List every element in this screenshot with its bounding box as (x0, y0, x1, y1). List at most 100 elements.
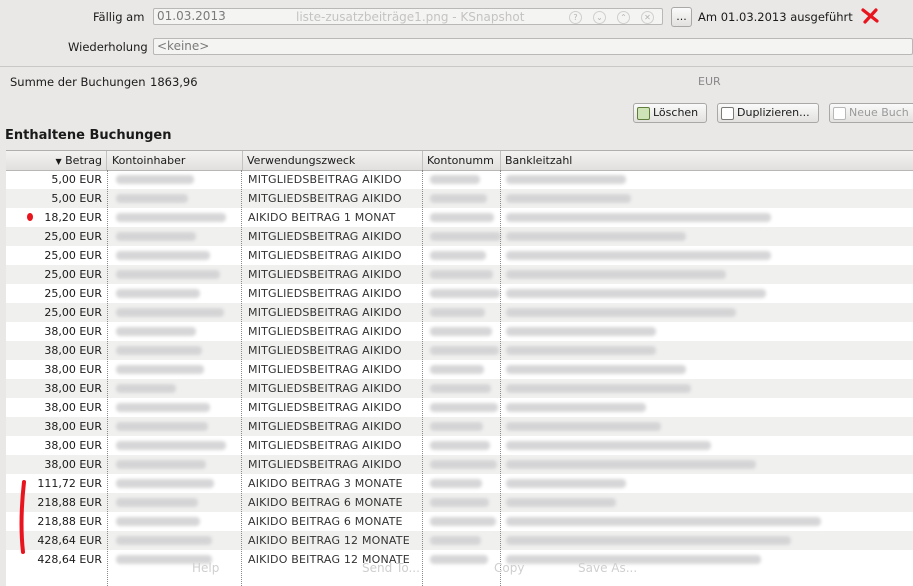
redacted-bankleitzahl (506, 479, 626, 488)
betrag-cell: 38,00 EUR (44, 420, 102, 433)
table-row[interactable]: 5,00 EUR MITGLIEDSBEITRAG AIKIDO (6, 189, 913, 208)
verwendungszweck-cell: MITGLIEDSBEITRAG AIKIDO (248, 401, 402, 414)
redacted-bankleitzahl (506, 460, 756, 469)
redacted-kontoinhaber (116, 517, 200, 526)
column-header-kontonummer[interactable]: Kontonumm (423, 151, 501, 170)
redacted-kontoinhaber (116, 213, 226, 222)
redacted-kontoinhaber (116, 365, 204, 374)
duplicate-button[interactable]: Duplizieren... (717, 103, 819, 123)
table-row[interactable]: 5,00 EUR MITGLIEDSBEITRAG AIKIDO (6, 170, 913, 189)
column-divider (241, 170, 242, 586)
betrag-cell: 111,72 EUR (37, 477, 102, 490)
summe-currency: EUR (698, 75, 721, 88)
new-booking-button[interactable]: Neue Buch (829, 103, 913, 123)
ghost-copy-label: Copy (494, 561, 525, 575)
table-row[interactable]: 218,88 EUR AIKIDO BEITRAG 6 MONATE (6, 512, 913, 531)
redacted-kontoinhaber (116, 403, 210, 412)
table-row[interactable]: 25,00 EUR MITGLIEDSBEITRAG AIKIDO (6, 303, 913, 322)
redacted-bankleitzahl (506, 422, 661, 431)
redacted-kontoinhaber (116, 479, 214, 488)
table-header: ▼ Betrag Kontoinhaber Verwendungszweck K… (6, 151, 913, 171)
executed-cross-icon (861, 8, 879, 24)
verwendungszweck-cell: MITGLIEDSBEITRAG AIKIDO (248, 420, 402, 433)
redacted-kontonummer (430, 175, 480, 184)
table-row[interactable]: 25,00 EUR MITGLIEDSBEITRAG AIKIDO (6, 284, 913, 303)
betrag-cell: 38,00 EUR (44, 363, 102, 376)
column-header-bankleitzahl[interactable]: Bankleitzahl (501, 151, 913, 170)
redacted-bankleitzahl (506, 175, 626, 184)
wiederholung-label: Wiederholung (68, 40, 148, 54)
redacted-kontonummer (430, 232, 501, 241)
redacted-kontoinhaber (116, 327, 196, 336)
table-row[interactable]: 428,64 EUR AIKIDO BEITRAG 12 MONATE (6, 550, 913, 569)
table-row[interactable]: 18,20 EUR AIKIDO BEITRAG 1 MONAT (6, 208, 913, 227)
sort-desc-icon: ▼ (55, 157, 62, 166)
summe-label: Summe der Buchungen (10, 75, 146, 89)
table-row[interactable]: 38,00 EUR MITGLIEDSBEITRAG AIKIDO (6, 455, 913, 474)
table-row[interactable]: 25,00 EUR MITGLIEDSBEITRAG AIKIDO (6, 265, 913, 284)
wiederholung-select[interactable]: <keine> (153, 38, 913, 55)
redacted-bankleitzahl (506, 517, 821, 526)
table-row[interactable]: 38,00 EUR MITGLIEDSBEITRAG AIKIDO (6, 436, 913, 455)
table-row[interactable]: 38,00 EUR MITGLIEDSBEITRAG AIKIDO (6, 341, 913, 360)
new-document-icon (833, 106, 846, 120)
redacted-bankleitzahl (506, 441, 711, 450)
column-header-verwendungszweck[interactable]: Verwendungszweck (243, 151, 423, 170)
betrag-cell: 38,00 EUR (44, 325, 102, 338)
trash-icon (637, 106, 650, 120)
redacted-kontonummer (430, 422, 483, 431)
delete-button[interactable]: Löschen (633, 103, 707, 123)
duplicate-button-label: Duplizieren... (737, 106, 810, 119)
betrag-cell: 38,00 EUR (44, 439, 102, 452)
redacted-kontoinhaber (116, 346, 202, 355)
redacted-kontonummer (430, 251, 486, 260)
table-row[interactable]: 38,00 EUR MITGLIEDSBEITRAG AIKIDO (6, 417, 913, 436)
betrag-cell: 218,88 EUR (37, 515, 102, 528)
redacted-bankleitzahl (506, 194, 631, 203)
table-row[interactable]: 38,00 EUR MITGLIEDSBEITRAG AIKIDO (6, 360, 913, 379)
redacted-kontoinhaber (116, 194, 188, 203)
table-row[interactable]: 428,64 EUR AIKIDO BEITRAG 12 MONATE (6, 531, 913, 550)
overlay-window-title: liste-zusatzbeiträge1.png - KSnapshot (296, 10, 525, 24)
verwendungszweck-cell: MITGLIEDSBEITRAG AIKIDO (248, 249, 402, 262)
redacted-kontonummer (430, 289, 500, 298)
redacted-kontoinhaber (116, 422, 208, 431)
table-row[interactable]: 218,88 EUR AIKIDO BEITRAG 6 MONATE (6, 493, 913, 512)
betrag-cell: 428,64 EUR (37, 553, 102, 566)
redacted-kontoinhaber (116, 498, 198, 507)
minimize-window-icon: ⌄ (593, 11, 606, 24)
verwendungszweck-cell: AIKIDO BEITRAG 6 MONATE (248, 515, 403, 528)
betrag-cell: 25,00 EUR (44, 249, 102, 262)
redacted-bankleitzahl (506, 289, 766, 298)
betrag-cell: 38,00 EUR (44, 344, 102, 357)
redacted-kontoinhaber (116, 175, 194, 184)
redacted-bankleitzahl (506, 327, 656, 336)
redacted-kontonummer (430, 479, 482, 488)
redacted-kontonummer (430, 270, 493, 279)
form-divider (0, 66, 913, 67)
table-row[interactable]: 38,00 EUR MITGLIEDSBEITRAG AIKIDO (6, 322, 913, 341)
redacted-kontonummer (430, 498, 489, 507)
redacted-bankleitzahl (506, 498, 616, 507)
table-row[interactable]: 25,00 EUR MITGLIEDSBEITRAG AIKIDO (6, 246, 913, 265)
redacted-kontoinhaber (116, 441, 226, 450)
verwendungszweck-cell: AIKIDO BEITRAG 12 MONATE (248, 534, 410, 547)
maximize-window-icon: ⌃ (617, 11, 630, 24)
delete-button-label: Löschen (653, 106, 699, 119)
column-header-betrag[interactable]: ▼ Betrag (6, 151, 107, 170)
verwendungszweck-cell: MITGLIEDSBEITRAG AIKIDO (248, 458, 402, 471)
verwendungszweck-cell: MITGLIEDSBEITRAG AIKIDO (248, 344, 402, 357)
table-row[interactable]: 38,00 EUR MITGLIEDSBEITRAG AIKIDO (6, 398, 913, 417)
redacted-bankleitzahl (506, 270, 726, 279)
table-row[interactable]: 111,72 EUR AIKIDO BEITRAG 3 MONATE (6, 474, 913, 493)
redacted-kontonummer (430, 536, 481, 545)
table-row[interactable]: 38,00 EUR MITGLIEDSBEITRAG AIKIDO (6, 379, 913, 398)
redacted-kontonummer (430, 365, 484, 374)
verwendungszweck-cell: MITGLIEDSBEITRAG AIKIDO (248, 287, 402, 300)
redacted-kontonummer (430, 384, 491, 393)
table-row[interactable]: 25,00 EUR MITGLIEDSBEITRAG AIKIDO (6, 227, 913, 246)
column-header-kontoinhaber[interactable]: Kontoinhaber (108, 151, 243, 170)
date-picker-button[interactable]: ... (671, 7, 692, 27)
betrag-cell: 18,20 EUR (44, 211, 102, 224)
redacted-bankleitzahl (506, 213, 771, 222)
